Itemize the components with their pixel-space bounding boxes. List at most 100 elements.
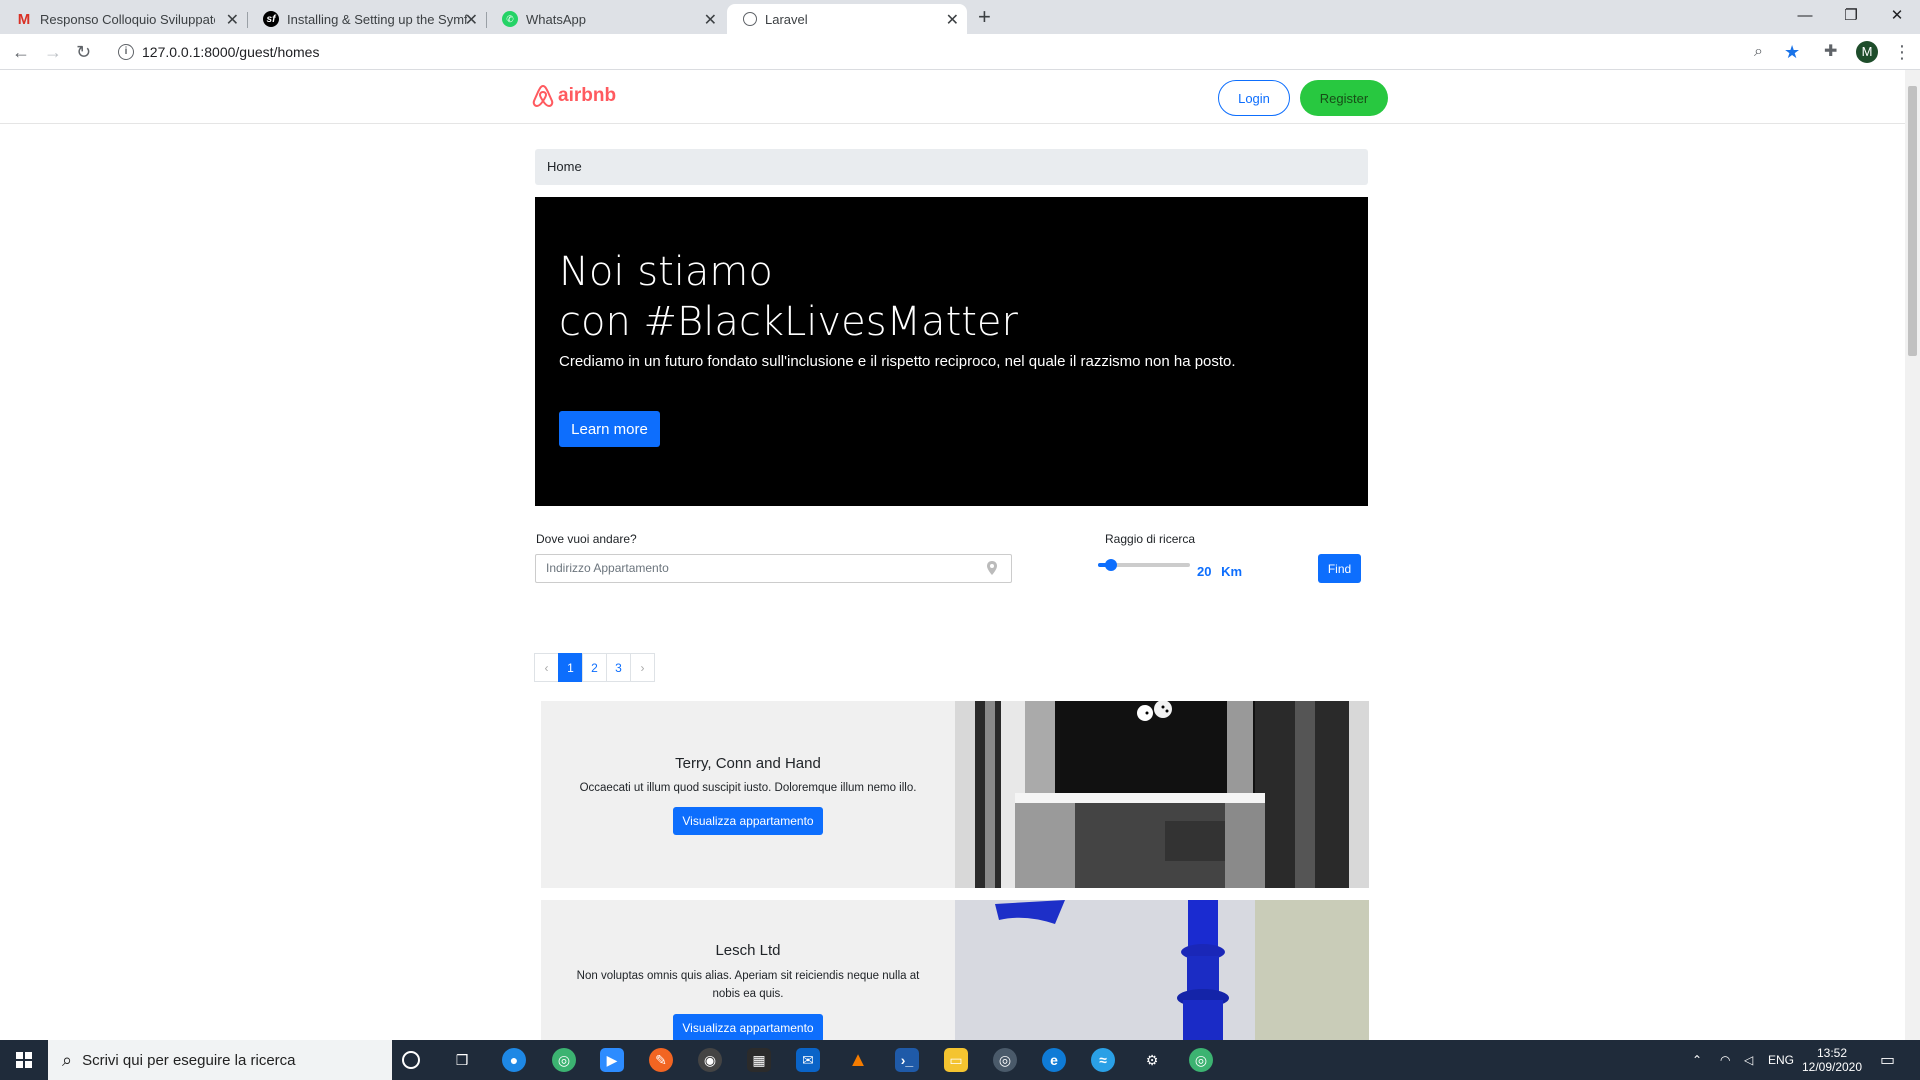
hero-title: Noi stiamo con #BlackLivesMatter (559, 247, 1018, 347)
pagination-page-1[interactable]: 1 (558, 653, 583, 682)
tab-whatsapp[interactable]: ✆ WhatsApp ✕ (486, 4, 725, 34)
restore-icon[interactable]: ❐ (1828, 0, 1874, 30)
close-tab-icon[interactable]: ✕ (946, 10, 959, 30)
listing-title: Lesch Ltd (715, 942, 781, 959)
clock-time: 13:52 (1816, 1046, 1848, 1060)
back-arrow-icon[interactable]: ← (12, 40, 30, 64)
site-navbar: airbnb Login Register (0, 70, 1905, 124)
view-apartment-button[interactable]: Visualizza appartamento (673, 1014, 823, 1040)
volume-icon[interactable]: ◁ (1744, 1040, 1753, 1080)
scrollbar-thumb[interactable] (1908, 86, 1917, 356)
close-tab-icon[interactable]: ✕ (704, 10, 717, 30)
symfony-icon: sf (263, 11, 279, 27)
radius-slider[interactable] (1098, 559, 1190, 571)
whatsapp-icon: ✆ (502, 11, 518, 27)
wifi-icon[interactable]: ◠ (1720, 1040, 1730, 1080)
zoom-icon[interactable]: ⌕ (1754, 40, 1763, 64)
listing-info: Terry, Conn and Hand Occaecati ut illum … (541, 701, 955, 888)
reload-icon[interactable]: ↻ (76, 40, 91, 64)
task-view-icon[interactable]: ❒ (450, 1048, 474, 1072)
app-green-icon[interactable]: ◎ (552, 1048, 576, 1072)
profile-avatar[interactable]: M (1856, 41, 1878, 63)
edge-icon[interactable]: e (1042, 1048, 1066, 1072)
browser-tab-strip: M Responso Colloquio Sviluppatore ✕ sf I… (0, 0, 1920, 34)
hero-title-line2: con #BlackLivesMatter (559, 299, 1018, 345)
address-bar[interactable]: 127.0.0.1:8000/guest/homes (142, 34, 319, 70)
tab-gmail[interactable]: M Responso Colloquio Sviluppatore ✕ (0, 4, 248, 34)
clock[interactable]: 13:52 12/09/2020 (1800, 1040, 1864, 1080)
login-button[interactable]: Login (1218, 80, 1290, 116)
listing-description: Occaecati ut illum quod suscipit iusto. … (579, 782, 917, 794)
listing-photo-vase[interactable] (955, 900, 1369, 1040)
page-scrollbar[interactable] (1905, 70, 1920, 1040)
tray-chevron-icon[interactable]: ⌃ (1692, 1040, 1702, 1080)
listing-card: Terry, Conn and Hand Occaecati ut illum … (541, 701, 1369, 888)
store-icon[interactable]: ▦ (747, 1048, 771, 1072)
tab-symfony[interactable]: sf Installing & Setting up the Symfony ✕ (247, 4, 487, 34)
airbnb-logo[interactable]: airbnb (532, 84, 616, 108)
windows-start-icon[interactable] (0, 1040, 48, 1080)
radius-value: 20 Km (1197, 564, 1242, 579)
vlc-icon[interactable]: ▲ (846, 1048, 870, 1072)
window-close-icon[interactable]: ✕ (1874, 0, 1920, 30)
listing-title: Terry, Conn and Hand (675, 755, 821, 772)
radius-unit: Km (1221, 564, 1243, 579)
hero-title-line1: Noi stiamo (559, 249, 773, 295)
language-indicator[interactable]: ENG (1768, 1040, 1794, 1080)
slider-handle[interactable] (1105, 559, 1118, 571)
file-explorer-icon[interactable]: ▭ (944, 1048, 968, 1072)
app-orange-icon[interactable]: ✎ (649, 1048, 673, 1072)
pagination-next[interactable]: › (630, 653, 655, 682)
powershell-icon[interactable]: ›_ (895, 1048, 919, 1072)
listing-photo-window[interactable] (955, 701, 1369, 888)
chrome-menu-icon[interactable]: ⋮ (1893, 40, 1911, 64)
airbnb-logo-icon (532, 84, 554, 108)
app-blue-icon[interactable]: ≈ (1091, 1048, 1115, 1072)
firefox-icon[interactable]: ● (502, 1048, 526, 1072)
find-button[interactable]: Find (1318, 554, 1361, 583)
windows-taskbar: ⌕ Scrivi qui per eseguire la ricerca ❒ ●… (0, 1040, 1920, 1080)
hero-subtitle: Crediamo in un futuro fondato sull'inclu… (559, 353, 1236, 370)
notifications-icon[interactable]: ▭ (1880, 1040, 1895, 1080)
chrome-icon[interactable]: ◎ (993, 1048, 1017, 1072)
address-search-input[interactable]: Indirizzo Appartamento (535, 554, 1012, 583)
extensions-puzzle-icon[interactable]: ✚ (1824, 40, 1837, 64)
taskbar-search-placeholder: Scrivi qui per eseguire la ricerca (82, 1051, 296, 1069)
site-info-icon[interactable]: i (118, 44, 134, 60)
zoom-app-icon[interactable]: ▶ (600, 1048, 624, 1072)
gmail-icon: M (17, 10, 31, 28)
where-label: Dove vuoi andare? (536, 532, 637, 546)
learn-more-button[interactable]: Learn more (559, 411, 660, 447)
settings-app-icon[interactable]: ⚙ (1140, 1048, 1164, 1072)
tab-laravel[interactable]: Laravel ✕ (727, 4, 967, 34)
close-tab-icon[interactable]: ✕ (465, 10, 478, 30)
cortana-icon[interactable] (402, 1051, 420, 1069)
forward-arrow-icon[interactable]: → (44, 40, 62, 64)
globe-icon (743, 12, 757, 26)
taskbar-search-box[interactable]: ⌕ Scrivi qui per eseguire la ricerca (48, 1040, 392, 1080)
listing-card: Lesch Ltd Non voluptas omnis quis alias.… (541, 900, 1369, 1040)
clock-date: 12/09/2020 (1801, 1060, 1863, 1074)
minimize-icon[interactable]: — (1782, 0, 1828, 30)
pagination-page-2[interactable]: 2 (582, 653, 607, 682)
register-button[interactable]: Register (1300, 80, 1388, 116)
page-viewport: airbnb Login Register Home Noi stiamo co… (0, 70, 1905, 1040)
breadcrumb-home[interactable]: Home (547, 159, 582, 174)
pagination-prev[interactable]: ‹ (534, 653, 559, 682)
close-tab-icon[interactable]: ✕ (226, 10, 239, 30)
tab-title: Responso Colloquio Sviluppatore (40, 11, 215, 27)
tab-title: WhatsApp (526, 11, 586, 27)
new-tab-icon[interactable]: + (978, 4, 991, 30)
bookmark-star-icon[interactable]: ★ (1784, 40, 1800, 64)
hero-banner: Noi stiamo con #BlackLivesMatter Crediam… (535, 197, 1368, 506)
mail-icon[interactable]: ✉ (796, 1048, 820, 1072)
map-pin-icon (987, 561, 997, 575)
pagination-page-3[interactable]: 3 (606, 653, 631, 682)
breadcrumb: Home (535, 149, 1368, 185)
tab-title: Installing & Setting up the Symfony (287, 11, 467, 27)
listing-info: Lesch Ltd Non voluptas omnis quis alias.… (541, 900, 955, 1040)
github-icon[interactable]: ◉ (698, 1048, 722, 1072)
app-green-2-icon[interactable]: ◎ (1189, 1048, 1213, 1072)
view-apartment-button[interactable]: Visualizza appartamento (673, 807, 823, 835)
radius-label: Raggio di ricerca (1105, 532, 1196, 546)
